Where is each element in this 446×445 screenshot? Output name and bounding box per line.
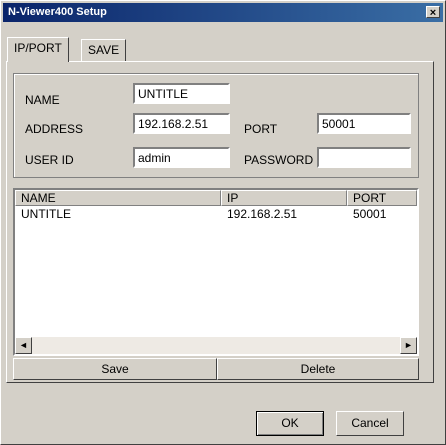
- name-label: NAME: [25, 93, 60, 107]
- row-ip-cell: 192.168.2.51: [227, 207, 298, 221]
- connection-list[interactable]: NAME IP PORT UNTITLE 192.168.2.51 50001 …: [13, 188, 419, 356]
- save-button[interactable]: Save: [13, 358, 217, 380]
- password-label: PASSWORD: [244, 153, 314, 167]
- column-header-port[interactable]: PORT: [347, 190, 417, 206]
- tab-ip-port-label: IP/PORT: [14, 41, 62, 55]
- address-label: ADDRESS: [25, 122, 84, 136]
- address-field[interactable]: 192.168.2.51: [133, 113, 230, 134]
- delete-button[interactable]: Delete: [217, 358, 419, 380]
- window-title: N-Viewer400 Setup: [8, 6, 107, 18]
- name-field[interactable]: UNTITLE: [133, 83, 230, 104]
- user-id-label: USER ID: [25, 153, 74, 167]
- close-icon[interactable]: ×: [426, 6, 440, 19]
- horizontal-scrollbar[interactable]: ◄ ►: [15, 337, 417, 354]
- scroll-right-icon[interactable]: ►: [400, 337, 417, 354]
- title-bar: N-Viewer400 Setup ×: [3, 3, 443, 22]
- ok-button[interactable]: OK: [256, 411, 324, 436]
- scroll-left-icon[interactable]: ◄: [15, 337, 32, 354]
- cancel-button[interactable]: Cancel: [336, 411, 404, 436]
- tab-save[interactable]: SAVE: [81, 39, 127, 61]
- port-label: PORT: [244, 122, 278, 136]
- tab-save-label: SAVE: [88, 43, 120, 57]
- password-field[interactable]: [317, 147, 411, 168]
- list-header: NAME IP PORT: [15, 190, 417, 206]
- user-id-field[interactable]: admin: [133, 147, 230, 168]
- setup-dialog: N-Viewer400 Setup × IP/PORT SAVE NAME UN…: [0, 0, 446, 445]
- tab-ip-port[interactable]: IP/PORT: [7, 37, 69, 62]
- row-port-cell: 50001: [353, 207, 387, 221]
- port-field[interactable]: 50001: [317, 113, 411, 134]
- column-header-name[interactable]: NAME: [15, 190, 221, 206]
- row-name-cell: UNTITLE: [21, 207, 72, 221]
- column-header-ip[interactable]: IP: [221, 190, 347, 206]
